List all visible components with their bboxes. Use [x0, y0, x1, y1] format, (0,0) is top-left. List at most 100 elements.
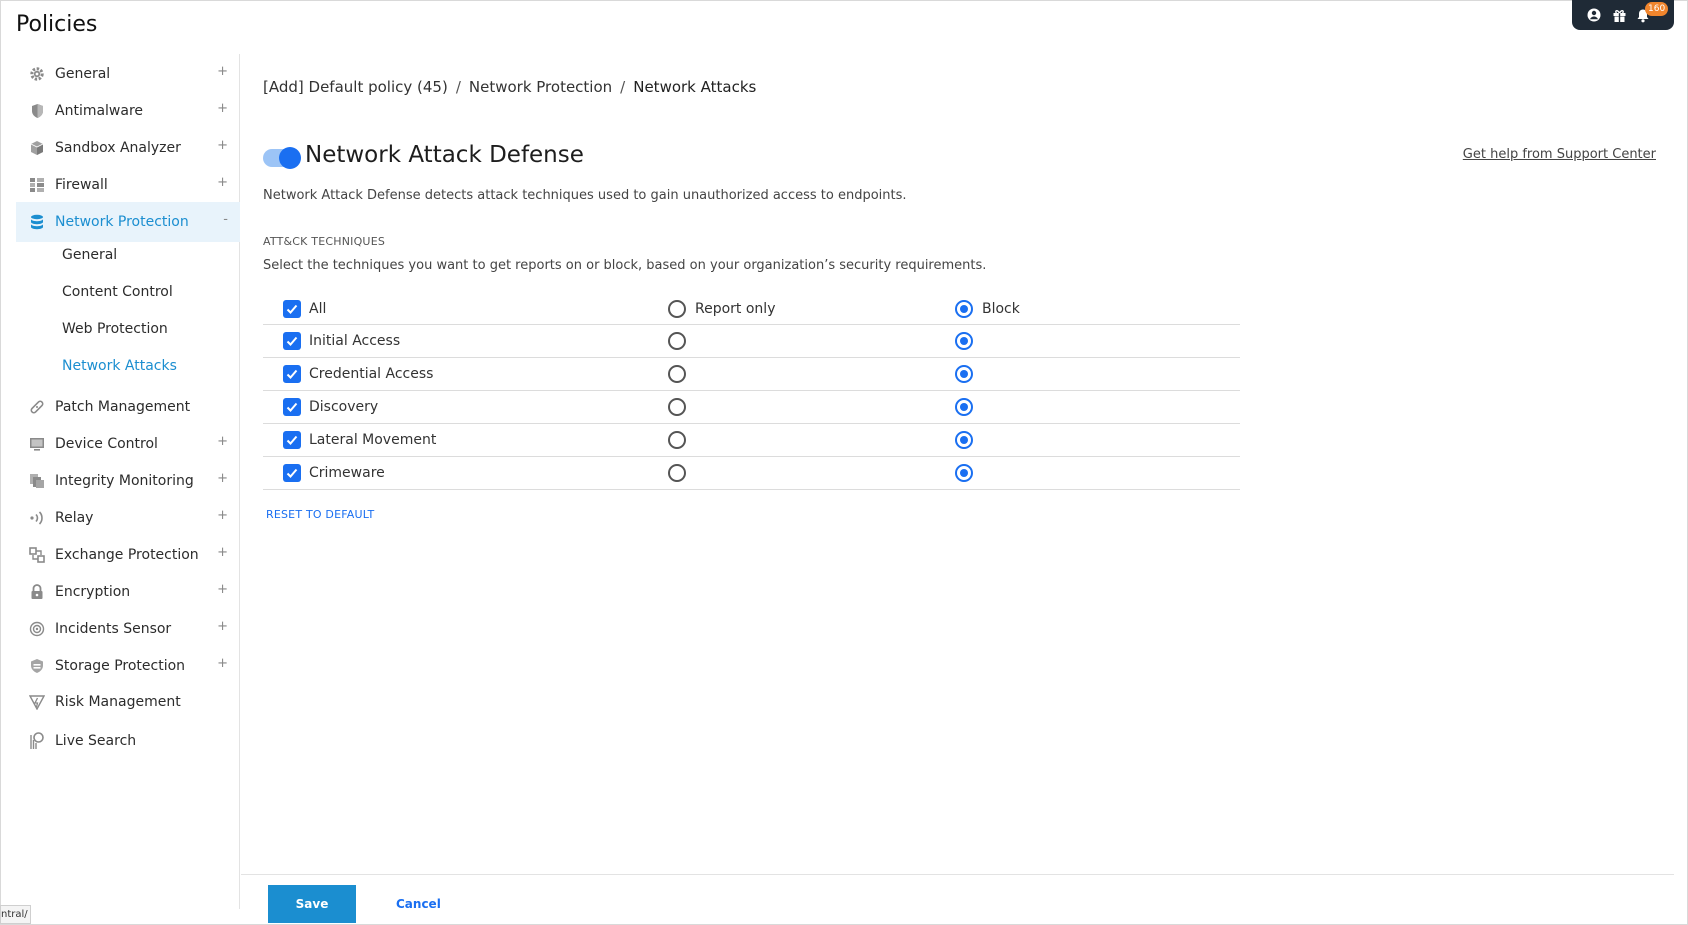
expand-icon[interactable]: + [217, 508, 228, 523]
collapse-icon[interactable]: - [223, 212, 228, 227]
sidebar-item-antimalware[interactable]: Antimalware + [16, 91, 240, 131]
search-icon [28, 732, 46, 750]
techniques-header-row: All Report only Block [263, 294, 1240, 325]
storage-icon [28, 657, 46, 675]
sidebar-subitem-general[interactable]: General [62, 240, 117, 270]
user-icon[interactable] [1585, 6, 1603, 24]
technique-label: Initial Access [309, 333, 401, 349]
check-icon [286, 468, 298, 478]
expand-icon[interactable]: + [217, 471, 228, 486]
files-icon [28, 472, 46, 490]
sidebar-item-encryption[interactable]: Encryption + [16, 572, 240, 612]
block-label: Block [982, 301, 1020, 317]
table-row: Initial Access [263, 325, 1240, 358]
exchange-icon [28, 546, 46, 564]
technique-label: Discovery [309, 399, 379, 415]
sidebar-item-firewall[interactable]: Firewall + [16, 165, 240, 205]
gear-icon [28, 65, 46, 83]
sidebar-item-live-search[interactable]: Live Search [16, 721, 240, 761]
sidebar-subitem-web-protection[interactable]: Web Protection [62, 314, 168, 344]
sidebar-item-sandbox-analyzer[interactable]: Sandbox Analyzer + [16, 128, 240, 168]
sidebar-item-label: Antimalware [55, 103, 144, 119]
technique-checkbox[interactable] [283, 332, 301, 350]
report-only-label: Report only [695, 301, 776, 317]
sidebar-item-integrity-monitoring[interactable]: Integrity Monitoring + [16, 461, 240, 501]
monitor-icon [28, 435, 46, 453]
technique-checkbox[interactable] [283, 365, 301, 383]
breadcrumb-item-network-attacks: Network Attacks [633, 78, 757, 96]
gift-icon[interactable] [1610, 6, 1628, 24]
technique-checkbox[interactable] [283, 398, 301, 416]
sidebar-subitem-content-control[interactable]: Content Control [62, 277, 173, 307]
technique-label: Lateral Movement [309, 432, 437, 448]
report-only-radio[interactable] [668, 398, 686, 416]
technique-checkbox[interactable] [283, 464, 301, 482]
sidebar-item-exchange-protection[interactable]: Exchange Protection + [16, 535, 240, 575]
save-button[interactable]: Save [268, 885, 356, 923]
database-icon [28, 213, 46, 231]
breadcrumb: [Add] Default policy (45) / Network Prot… [263, 78, 756, 96]
status-bar-url: ntral/ [0, 905, 31, 924]
sidebar-subitem-network-attacks[interactable]: Network Attacks [62, 351, 177, 381]
sidebar-item-storage-protection[interactable]: Storage Protection + [16, 646, 240, 686]
reset-to-default-link[interactable]: RESET TO DEFAULT [266, 508, 374, 521]
report-only-radio[interactable] [668, 464, 686, 482]
sidebar-item-label: Sandbox Analyzer [55, 140, 181, 156]
sensor-icon [28, 620, 46, 638]
sidebar-item-device-control[interactable]: Device Control + [16, 424, 240, 464]
report-only-radio[interactable] [668, 431, 686, 449]
expand-icon[interactable]: + [217, 545, 228, 560]
support-center-link[interactable]: Get help from Support Center [1463, 147, 1656, 162]
attck-techniques-caption: ATT&CK TECHNIQUES [263, 235, 386, 248]
expand-icon[interactable]: + [217, 656, 228, 671]
expand-icon[interactable]: + [217, 138, 228, 153]
sidebar-item-label: Encryption [55, 584, 131, 600]
sidebar-item-label: General [55, 66, 111, 82]
breadcrumb-separator: / [455, 78, 461, 96]
table-row: Discovery [263, 391, 1240, 424]
sidebar-item-risk-management[interactable]: Risk Management [16, 682, 240, 722]
check-icon [286, 402, 298, 412]
report-only-radio[interactable] [668, 332, 686, 350]
risk-icon [28, 693, 46, 711]
technique-label: Credential Access [309, 366, 434, 382]
check-icon [286, 304, 298, 314]
block-radio[interactable] [955, 332, 973, 350]
expand-icon[interactable]: + [217, 434, 228, 449]
cancel-button[interactable]: Cancel [396, 885, 441, 923]
breadcrumb-item-policy[interactable]: [Add] Default policy (45) [263, 78, 448, 96]
block-radio[interactable] [955, 398, 973, 416]
toggle-knob [279, 147, 301, 169]
expand-icon[interactable]: + [217, 101, 228, 116]
sidebar-item-incidents-sensor[interactable]: Incidents Sensor + [16, 609, 240, 649]
sidebar-item-general[interactable]: General + [16, 54, 240, 94]
block-radio[interactable] [955, 431, 973, 449]
select-all-checkbox[interactable] [283, 300, 301, 318]
block-radio[interactable] [955, 464, 973, 482]
sidebar-item-patch-management[interactable]: Patch Management [16, 387, 240, 427]
section-description: Network Attack Defense detects attack te… [263, 188, 907, 203]
block-radio[interactable] [955, 365, 973, 383]
expand-icon[interactable]: + [217, 582, 228, 597]
sidebar-item-label: Risk Management [55, 694, 181, 710]
technique-checkbox[interactable] [283, 431, 301, 449]
report-only-all-radio[interactable] [668, 300, 686, 318]
breadcrumb-item-network-protection[interactable]: Network Protection [469, 78, 612, 96]
section-title: Network Attack Defense [305, 142, 584, 168]
expand-icon[interactable]: + [217, 175, 228, 190]
sidebar-item-network-protection[interactable]: Network Protection - [16, 202, 240, 242]
sidebar-item-label: Exchange Protection [55, 547, 199, 563]
sidebar-item-relay[interactable]: Relay + [16, 498, 240, 538]
patch-icon [28, 398, 46, 416]
expand-icon[interactable]: + [217, 64, 228, 79]
expand-icon[interactable]: + [217, 619, 228, 634]
sidebar-item-label: Incidents Sensor [55, 621, 172, 637]
check-icon [286, 336, 298, 346]
shield-icon [28, 102, 46, 120]
network-attack-defense-toggle[interactable] [263, 147, 301, 169]
report-only-radio[interactable] [668, 365, 686, 383]
select-all-label: All [309, 301, 327, 317]
sidebar-item-label: Integrity Monitoring [55, 473, 194, 489]
block-all-radio[interactable] [955, 300, 973, 318]
main-content: [Add] Default policy (45) / Network Prot… [241, 54, 1672, 874]
